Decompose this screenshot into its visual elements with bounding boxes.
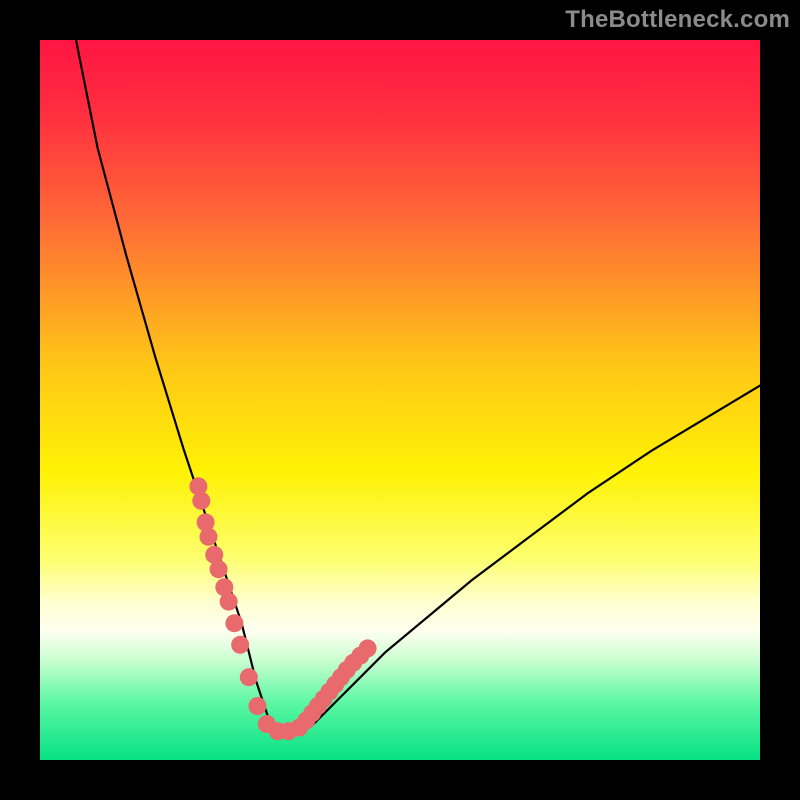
marker-dot <box>359 639 377 657</box>
marker-dot <box>210 560 228 578</box>
marker-dot <box>225 614 243 632</box>
marker-dot <box>240 668 258 686</box>
outer-frame: TheBottleneck.com <box>0 0 800 800</box>
chart-svg <box>40 40 760 760</box>
marker-dot <box>192 492 210 510</box>
marker-dot <box>231 636 249 654</box>
gradient-background <box>40 40 760 760</box>
marker-dot <box>248 697 266 715</box>
watermark-text: TheBottleneck.com <box>565 6 790 34</box>
marker-dot <box>220 593 238 611</box>
plot-area <box>40 40 760 760</box>
marker-dot <box>199 528 217 546</box>
